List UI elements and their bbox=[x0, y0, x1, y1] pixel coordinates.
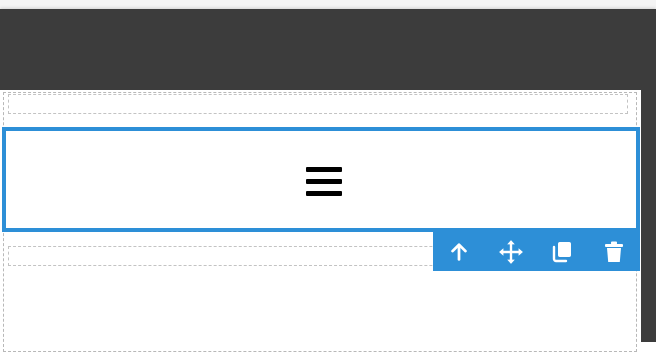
trash-icon bbox=[605, 241, 624, 262]
arrow-up-icon bbox=[451, 242, 467, 261]
window-top-edge bbox=[0, 0, 656, 9]
select-parent-button[interactable] bbox=[433, 232, 485, 271]
editor-top-panel bbox=[0, 9, 656, 90]
selected-component[interactable] bbox=[2, 127, 640, 232]
hamburger-menu-icon[interactable] bbox=[306, 167, 342, 197]
copy-icon bbox=[553, 241, 572, 262]
canvas-scrollbar[interactable] bbox=[641, 90, 656, 342]
clone-button[interactable] bbox=[537, 232, 589, 271]
move-icon bbox=[498, 239, 523, 264]
component-toolbar bbox=[433, 232, 640, 271]
empty-row-placeholder[interactable] bbox=[8, 94, 628, 114]
delete-button[interactable] bbox=[588, 232, 640, 271]
move-button[interactable] bbox=[485, 232, 537, 271]
